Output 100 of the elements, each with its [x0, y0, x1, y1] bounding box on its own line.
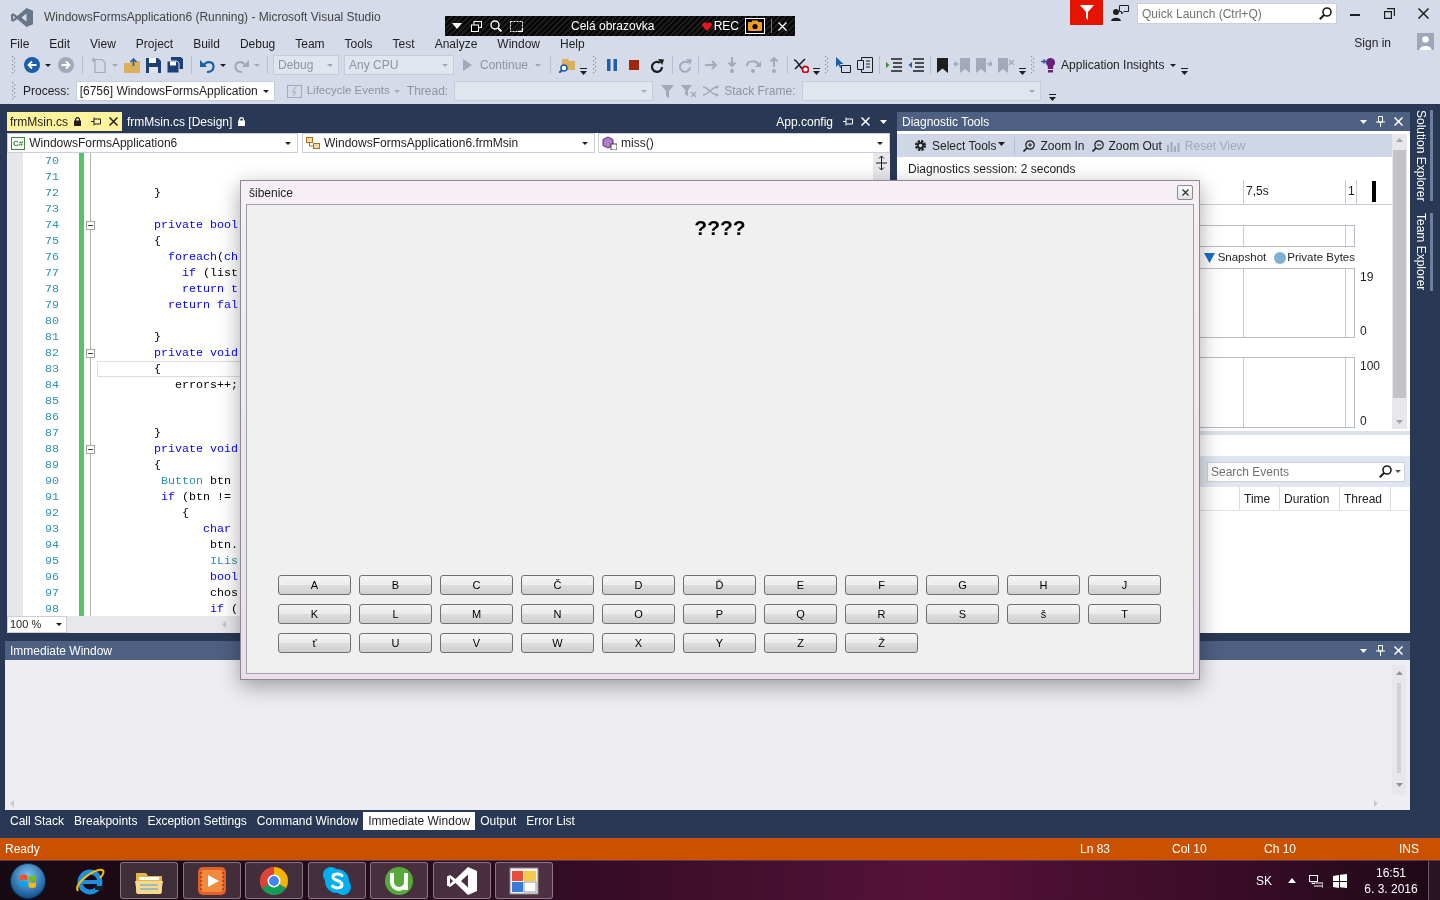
- open-folder-icon[interactable]: [124, 57, 140, 73]
- clock-date[interactable]: 6. 3. 2016: [1364, 880, 1418, 897]
- letter-button[interactable]: š: [1007, 604, 1080, 624]
- close-icon[interactable]: [109, 117, 118, 126]
- document-tab[interactable]: frmMsin.cs: [7, 112, 122, 131]
- taskbar-button[interactable]: [307, 862, 366, 899]
- pointer-box-icon[interactable]: [835, 57, 852, 73]
- breakpoint-icon[interactable]: [793, 57, 810, 73]
- network-icon[interactable]: [1309, 873, 1323, 888]
- letter-button[interactable]: E: [764, 575, 837, 595]
- close-button[interactable]: [1177, 185, 1193, 200]
- letter-button[interactable]: G: [926, 575, 999, 595]
- document-tab[interactable]: frmMsin.cs [Design]: [124, 112, 250, 131]
- immediate-input-area[interactable]: [5, 660, 1410, 810]
- letter-button[interactable]: D: [602, 575, 675, 595]
- panel-tab[interactable]: Command Window: [251, 812, 364, 830]
- letter-button[interactable]: A: [278, 575, 351, 595]
- menu-item[interactable]: Analyze: [424, 37, 488, 51]
- letter-button[interactable]: T: [1088, 604, 1161, 624]
- caret-icon[interactable]: [220, 63, 226, 67]
- letter-button[interactable]: Č: [521, 575, 594, 595]
- menu-item[interactable]: Build: [183, 37, 230, 51]
- overflow-icon[interactable]: [1048, 94, 1056, 101]
- caret-icon[interactable]: [1360, 119, 1367, 124]
- undo-icon[interactable]: [200, 57, 215, 73]
- caret-icon[interactable]: [262, 89, 269, 93]
- taskbar-button[interactable]: [495, 862, 553, 899]
- feedback-icon[interactable]: [1111, 5, 1129, 21]
- panel-tab[interactable]: Output: [475, 812, 522, 830]
- diagnostics-tool-button[interactable]: Select Tools: [914, 135, 1006, 156]
- screen-region-icon[interactable]: [510, 20, 523, 32]
- collapse-icon[interactable]: [86, 348, 95, 358]
- panel-tab[interactable]: Call Stack: [5, 812, 70, 830]
- restart-icon[interactable]: [650, 57, 665, 73]
- menu-item[interactable]: Debug: [229, 37, 286, 51]
- overflow-icon[interactable]: [813, 68, 821, 75]
- outdent-icon[interactable]: [908, 58, 925, 72]
- taskbar-button[interactable]: [370, 862, 428, 899]
- side-tab[interactable]: Team Explorer: [1410, 213, 1433, 291]
- caret-icon[interactable]: [880, 119, 887, 124]
- menu-item[interactable]: Help: [550, 37, 595, 51]
- caret-icon[interactable]: [56, 623, 62, 626]
- navigation-dropdown[interactable]: miss(): [598, 133, 890, 153]
- letter-button[interactable]: Y: [683, 633, 756, 653]
- letter-button[interactable]: Z: [764, 633, 837, 653]
- input-language[interactable]: SK: [1256, 871, 1272, 890]
- menu-item[interactable]: Team: [285, 37, 335, 51]
- split-icon[interactable]: [876, 156, 887, 170]
- show-hidden-icon[interactable]: [1288, 878, 1296, 883]
- caret-icon[interactable]: [998, 141, 1006, 146]
- letter-button[interactable]: Ď: [683, 575, 756, 595]
- letter-button[interactable]: S: [926, 604, 999, 624]
- quick-launch-field[interactable]: Quick Launch (Ctrl+Q): [1137, 3, 1337, 24]
- diagnostics-tool-button[interactable]: Zoom In: [1023, 135, 1085, 156]
- show-desktop-button[interactable]: [1428, 860, 1440, 900]
- save-icon[interactable]: [146, 57, 161, 73]
- side-tab[interactable]: Solution Explorer: [1410, 110, 1433, 202]
- panel-tab[interactable]: Breakpoints: [69, 812, 143, 830]
- taskbar-button[interactable]: [432, 862, 491, 899]
- grip-icon[interactable]: [593, 56, 598, 74]
- taskbar-button[interactable]: [182, 862, 241, 899]
- vertical-scrollbar[interactable]: [1392, 134, 1407, 429]
- letter-button[interactable]: Q: [764, 604, 837, 624]
- diagnostics-tool-button[interactable]: Zoom Out: [1091, 135, 1162, 156]
- window-icon[interactable]: [471, 20, 482, 32]
- process-dropdown[interactable]: [6756] WindowsFormsApplication: [75, 81, 275, 101]
- navigation-dropdown[interactable]: WindowsFormsApplication6.frmMsin: [302, 133, 595, 153]
- caret-icon[interactable]: [1360, 648, 1367, 653]
- letter-button[interactable]: Ž: [845, 633, 918, 653]
- overflow-icon[interactable]: [1019, 68, 1027, 75]
- caret-icon[interactable]: [45, 63, 51, 67]
- dropdown-icon[interactable]: [452, 23, 462, 29]
- back-icon[interactable]: [24, 57, 40, 73]
- clock-time[interactable]: 16:51: [1376, 864, 1406, 881]
- menu-item[interactable]: Test: [382, 37, 425, 51]
- caret-icon[interactable]: [582, 141, 588, 145]
- menu-item[interactable]: Window: [487, 37, 550, 51]
- pause-icon[interactable]: [607, 59, 618, 71]
- camera-icon[interactable]: [745, 18, 765, 34]
- letter-button[interactable]: N: [521, 604, 594, 624]
- search-icon[interactable]: [490, 20, 502, 32]
- letter-button[interactable]: F: [845, 575, 918, 595]
- column-header[interactable]: Time: [1240, 487, 1280, 510]
- document-list-icon[interactable]: [857, 57, 874, 73]
- letter-button[interactable]: B: [359, 575, 432, 595]
- grip-icon[interactable]: [12, 56, 16, 74]
- taskbar-button[interactable]: [245, 862, 303, 899]
- overflow-icon[interactable]: [580, 68, 588, 75]
- column-header[interactable]: Thread: [1340, 487, 1391, 510]
- letter-button[interactable]: K: [278, 604, 351, 624]
- notification-button[interactable]: [1070, 0, 1103, 25]
- application-insights-button[interactable]: Application Insights: [1038, 54, 1180, 76]
- collapse-icon[interactable]: [86, 444, 95, 454]
- caret-icon[interactable]: [285, 141, 291, 145]
- letter-button[interactable]: O: [602, 604, 675, 624]
- taskbar-button[interactable]: [120, 862, 178, 899]
- letter-button[interactable]: V: [440, 633, 513, 653]
- menu-item[interactable]: Edit: [39, 37, 81, 51]
- menu-item[interactable]: Project: [125, 37, 184, 51]
- letter-button[interactable]: J: [1088, 575, 1161, 595]
